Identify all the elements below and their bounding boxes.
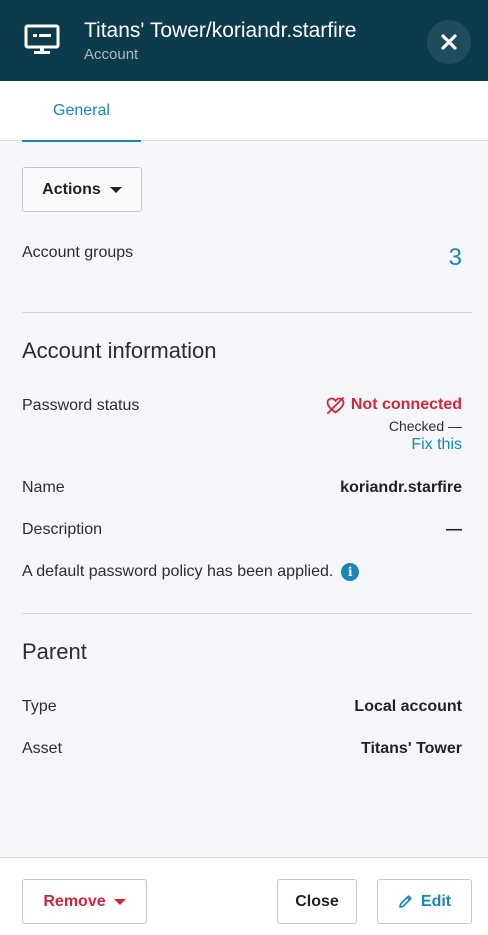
asset-value: Titans' Tower (360, 740, 462, 757)
close-button[interactable]: Close (277, 879, 357, 924)
password-status-badge: Not connected (326, 396, 462, 414)
account-groups-count-link[interactable]: 3 (449, 244, 462, 272)
caret-down-icon (109, 186, 122, 193)
remove-label: Remove (43, 892, 106, 910)
type-label: Type (22, 698, 57, 715)
edit-label: Edit (420, 892, 452, 910)
pencil-icon (399, 895, 412, 908)
page-subtitle: Account (84, 46, 139, 63)
close-label: Close (295, 892, 339, 910)
panel-header: Titans' Tower/koriandr.starfire Account (0, 0, 488, 81)
actions-button[interactable]: Actions (22, 167, 142, 212)
password-status-value: Not connected (350, 396, 462, 413)
tab-bar: General (0, 81, 488, 142)
divider (22, 613, 472, 614)
tab-general[interactable]: General (22, 81, 141, 142)
password-policy-text: A default password policy has been appli… (22, 563, 334, 580)
type-value: Local account (354, 698, 462, 715)
close-panel-button[interactable] (427, 20, 471, 64)
account-groups-label: Account groups (22, 244, 134, 261)
section-title-account-information: Account information (22, 338, 217, 363)
header-titles: Titans' Tower/koriandr.starfire Account (84, 18, 356, 65)
password-status-label: Password status (22, 397, 140, 414)
name-label: Name (22, 479, 65, 496)
fix-this-link[interactable]: Fix this (411, 436, 462, 454)
section-title-parent: Parent (22, 639, 87, 664)
description-value: — (446, 521, 462, 538)
password-policy-note: A default password policy has been appli… (22, 563, 360, 581)
checked-text: Checked — (388, 418, 462, 434)
caret-down-icon (113, 898, 126, 905)
close-icon (441, 34, 457, 50)
description-label: Description (22, 521, 103, 538)
name-value: koriandr.starfire (340, 479, 462, 496)
info-icon[interactable]: i (341, 563, 360, 581)
asset-label: Asset (22, 740, 63, 757)
edit-button[interactable]: Edit (377, 879, 472, 924)
monitor-icon (24, 24, 60, 54)
broken-heart-icon (326, 396, 345, 414)
panel-footer: Remove Close Edit (0, 857, 488, 935)
actions-label: Actions (42, 180, 101, 198)
divider (22, 312, 472, 313)
page-title: Titans' Tower/koriandr.starfire (84, 19, 357, 42)
remove-button[interactable]: Remove (22, 879, 147, 924)
